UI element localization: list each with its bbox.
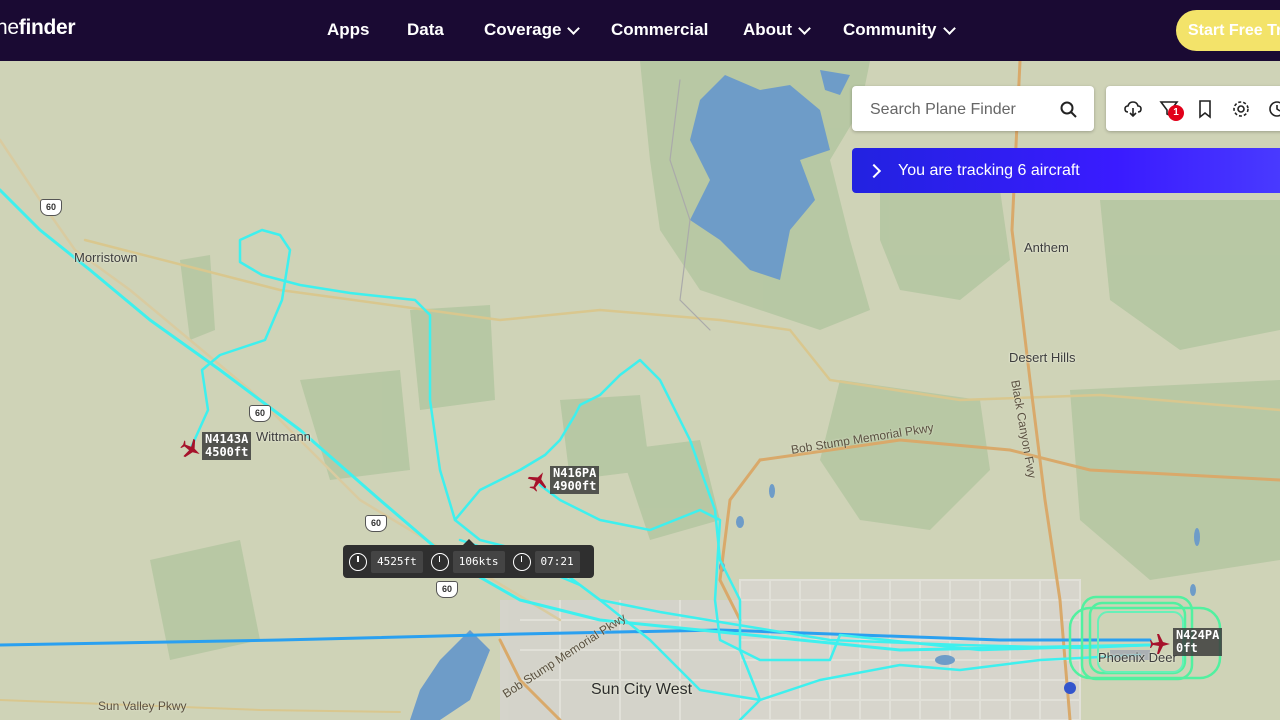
nav-apps[interactable]: Apps — [327, 20, 370, 40]
filter-count-badge: 1 — [1168, 105, 1184, 121]
chevron-right-icon — [866, 163, 882, 178]
us-60-shield: 60 — [40, 199, 62, 216]
bookmark-icon[interactable] — [1195, 99, 1215, 119]
us-60-shield: 60 — [436, 581, 458, 598]
nav-data[interactable]: Data — [407, 20, 444, 40]
chevron-down-icon — [942, 21, 956, 35]
place-desert-hills: Desert Hills — [1009, 350, 1076, 365]
us-60-shield: 60 — [365, 515, 387, 532]
aircraft-icon[interactable] — [527, 470, 549, 492]
brand-logo[interactable]: nefinder — [0, 16, 76, 40]
tracking-banner[interactable]: You are tracking 6 aircraft — [852, 148, 1280, 193]
nav-commercial[interactable]: Commercial — [611, 20, 708, 40]
search-input[interactable] — [868, 86, 1052, 133]
place-morristown: Morristown — [74, 250, 138, 265]
map-toolbar — [1106, 86, 1280, 131]
weather-cloud-icon[interactable] — [1123, 99, 1143, 119]
start-free-trial-button[interactable]: Start Free Tr — [1176, 10, 1280, 51]
road-sun-valley-pkwy: Sun Valley Pkwy — [98, 699, 187, 713]
top-navigation: nefinder Apps Data Coverage Commercial A… — [0, 0, 1280, 61]
aircraft-label[interactable]: N424PA 0ft — [1173, 628, 1223, 656]
tracking-label: You are tracking 6 aircraft — [898, 161, 1080, 179]
aircraft-icon[interactable] — [180, 438, 202, 460]
place-anthem: Anthem — [1024, 240, 1069, 255]
clock-icon — [512, 552, 531, 571]
aircraft-label[interactable]: N4143A 4500ft — [202, 432, 252, 460]
settings-gear-icon[interactable] — [1231, 99, 1251, 119]
search-icon[interactable] — [1060, 101, 1077, 118]
search-box[interactable] — [852, 86, 1094, 133]
altitude-value: 4525ft — [371, 550, 423, 573]
place-wittmann: Wittmann — [256, 429, 311, 444]
us-60-shield: 60 — [249, 405, 271, 422]
altitude-icon — [349, 552, 367, 571]
nav-coverage[interactable]: Coverage — [484, 20, 581, 40]
nav-about[interactable]: About — [743, 20, 811, 40]
aircraft-icon[interactable] — [1149, 633, 1171, 655]
place-sun-city-west: Sun City West — [591, 681, 693, 698]
history-icon[interactable] — [1267, 99, 1280, 119]
chevron-down-icon — [798, 21, 811, 35]
aircraft-label[interactable]: N416PA 4900ft — [550, 466, 600, 494]
time-value: 07:21 — [534, 550, 580, 573]
speed-value: 106kts — [452, 550, 505, 573]
nav-community[interactable]: Community — [843, 20, 956, 40]
chevron-down-icon — [567, 21, 581, 35]
aircraft-info-pill: 4525ft 106kts 07:21 — [343, 539, 594, 578]
speed-gauge-icon — [430, 552, 449, 571]
